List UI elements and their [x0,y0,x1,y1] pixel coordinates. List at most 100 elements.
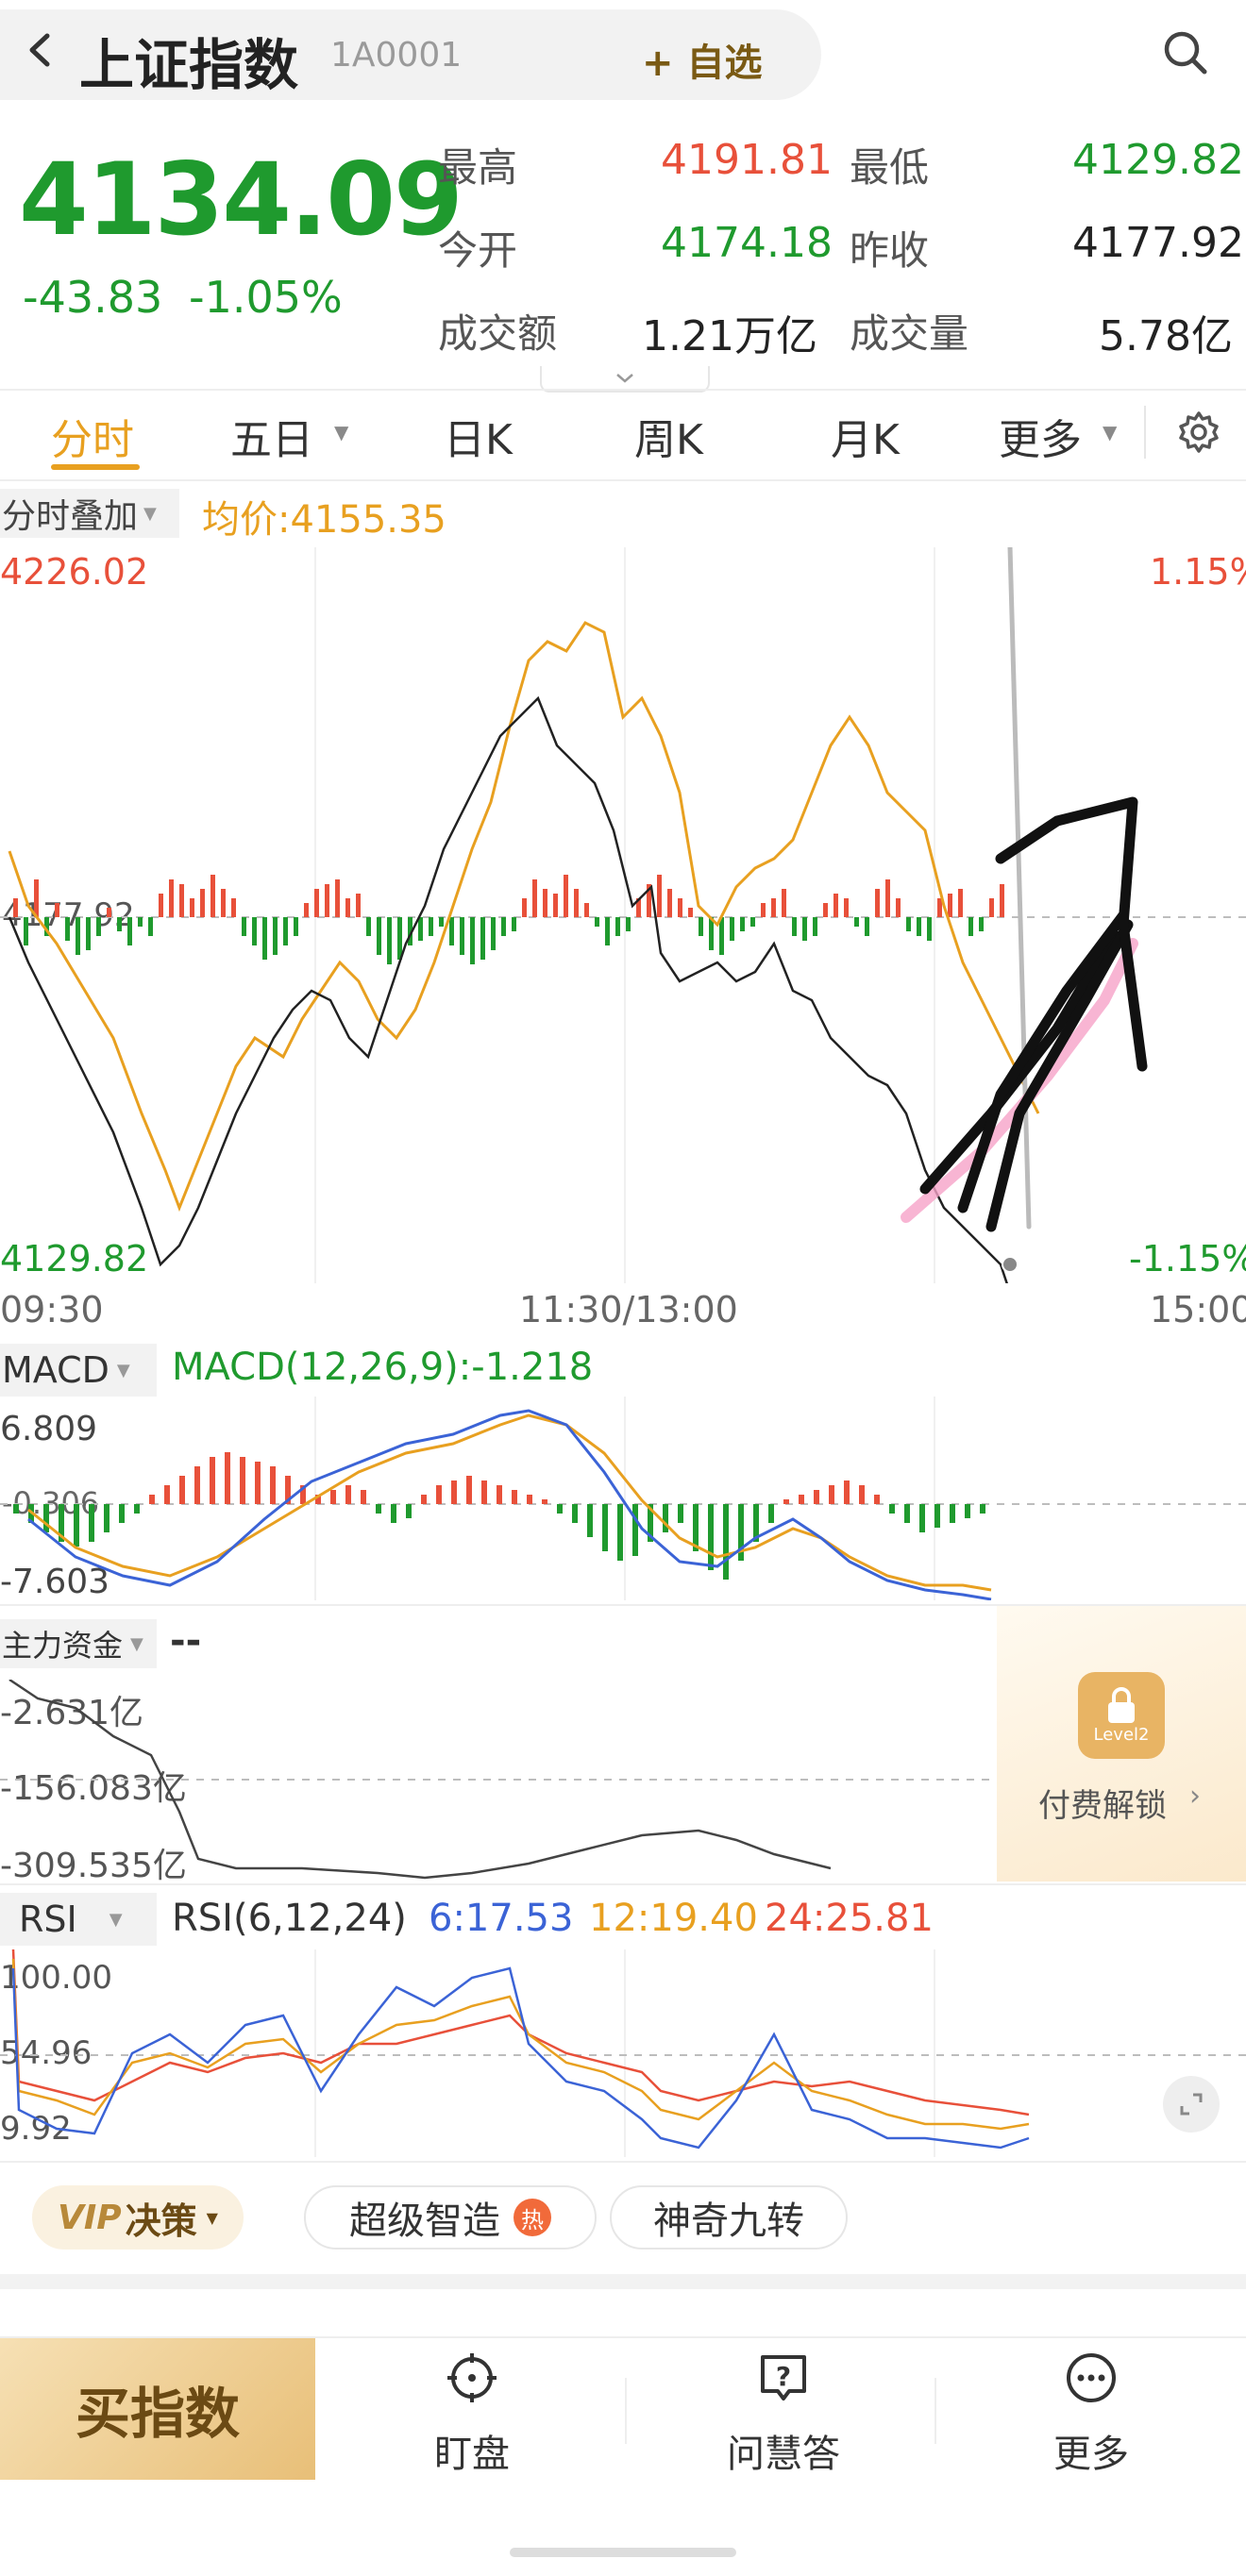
tab-weekly-k[interactable]: 周K [634,406,703,466]
stat-label-volume: 成交量 [850,310,969,357]
capital-value: -- [170,1619,202,1663]
volume-bar [460,917,464,955]
volume-bar [34,879,39,917]
volume-bar [356,894,361,917]
price-change-pct: -1.05% [189,272,343,323]
section-gap [0,2274,1246,2289]
volume-bar [968,917,973,936]
macd-bar [345,1485,351,1504]
buy-index-button[interactable]: 买指数 [0,2338,315,2480]
index-code: 1A0001 [330,36,463,75]
macd-bar [497,1485,502,1504]
tab-five-day[interactable]: 五日 [230,406,313,466]
macd-bar [406,1504,412,1518]
more-button[interactable]: 更多 [997,2350,1186,2476]
macd-bar [557,1504,563,1514]
macd-bar [451,1480,457,1504]
volume-bar [813,917,817,936]
watch-button[interactable]: 盯盘 [378,2350,566,2476]
volume-bar [65,917,70,941]
gear-icon[interactable] [1176,410,1221,455]
lock-icon [1108,1686,1135,1723]
volume-bar [76,917,80,955]
macd-selector[interactable]: MACD ▼ [0,1344,157,1397]
intraday-chart[interactable] [0,547,1246,1283]
hot-badge: 热 [514,2199,551,2236]
volume-bar [429,917,433,936]
macd-bar [587,1504,593,1537]
macd-bar [104,1504,109,1532]
tab-monthly-k[interactable]: 月K [831,406,900,466]
lock-badge: Level2 [1078,1672,1165,1759]
volume-bar [210,875,215,917]
stat-label-prev-close: 昨收 [850,227,930,274]
volume-bar [771,898,776,917]
super-smart-chip[interactable]: 超级智造 热 [304,2185,597,2250]
volume-bar [13,898,18,917]
stat-label-low: 最低 [850,144,930,191]
macd-bar [361,1490,366,1504]
macd-bar [965,1504,970,1518]
nav-divider [625,2378,627,2444]
stat-value-open: 4174.18 [661,219,833,267]
volume-bar [979,917,984,931]
volume-bar [470,917,475,964]
stat-value-low: 4129.82 [1072,136,1244,184]
add-watchlist-button[interactable]: + 自选 [642,32,762,87]
divider [0,2161,1246,2163]
volume-bar [761,903,766,917]
macd-bar [376,1504,381,1514]
rsi-chart[interactable] [0,1949,1246,2157]
rsi-selector[interactable]: RSI ▼ [0,1893,157,1946]
lock-panel[interactable]: Level2 付费解锁 › [997,1606,1246,1882]
tab-intraday[interactable]: 分时 [51,406,134,466]
macd-bar [270,1466,276,1504]
macd-bar [240,1457,245,1504]
volume-bar [719,917,724,955]
nav-divider [934,2378,936,2444]
stat-label-high: 最高 [438,144,518,191]
rsi-12: 12:19.40 [589,1897,758,1940]
macd-bar [527,1495,532,1504]
volume-bar [377,917,381,955]
magic-nine-chip[interactable]: 神奇九转 [610,2185,848,2250]
divider [0,1883,1246,1885]
volume-bar [501,917,506,936]
volume-bar [366,917,371,936]
volume-bar [595,917,599,927]
search-icon[interactable] [1161,28,1210,77]
svg-text:?: ? [776,2361,791,2392]
macd-bar [466,1476,472,1504]
dropdown-icon: ▼ [334,421,349,443]
tab-more[interactable]: 更多 [999,406,1082,466]
volume-bar [615,917,620,936]
back-icon[interactable] [19,28,62,72]
macd-bar [950,1504,955,1523]
volume-bar [802,917,807,941]
volume-bar [885,879,890,917]
macd-bar [632,1504,638,1556]
stat-value-high: 4191.81 [661,136,833,184]
volume-bar [1000,884,1004,917]
tab-daily-k[interactable]: 日K [444,406,513,466]
vip-decision-chip[interactable]: VIP 决策 ▼ [32,2185,244,2250]
stat-label-open: 今开 [438,227,518,274]
macd-bar [663,1504,668,1532]
question-icon: ? [761,2355,806,2400]
macd-chart[interactable] [0,1397,1246,1600]
volume-bar [906,917,911,931]
capital-selector[interactable]: 主力资金 ▼ [0,1619,157,1668]
vip-badge: VIP [58,2198,122,2237]
overlay-selector[interactable]: 分时叠加 ▼ [0,489,179,538]
volume-bar [896,898,901,917]
volume-bar [449,917,454,945]
volume-bar [678,898,682,917]
ask-button[interactable]: ? 问慧答 [689,2350,878,2476]
macd-bar [13,1504,19,1514]
fullscreen-icon[interactable] [1163,2076,1220,2133]
macd-bar [980,1504,985,1514]
macd-bar [481,1480,487,1504]
rsi-6: 6:17.53 [429,1897,574,1940]
volume-bar [584,903,589,917]
macd-bar [678,1504,683,1523]
